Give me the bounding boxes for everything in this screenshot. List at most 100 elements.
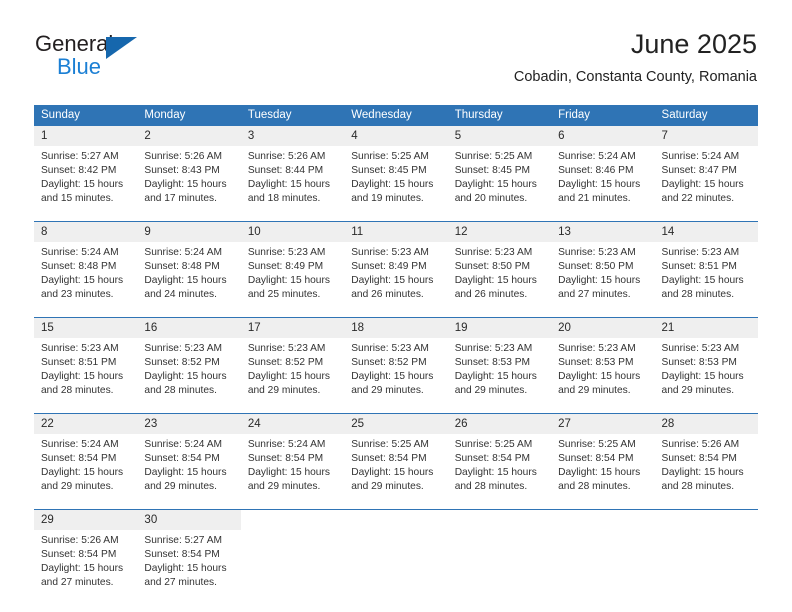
day-details: Sunrise: 5:25 AM Sunset: 8:54 PM Daylight:…: [551, 434, 655, 500]
day-details: Sunrise: 5:25 AM Sunset: 8:54 PM Daylight:…: [447, 434, 552, 500]
day-number: 24: [240, 414, 345, 434]
sunset-line: Sunset: 8:42 PM: [41, 165, 117, 176]
sunrise-line: Sunrise: 5:25 AM: [351, 439, 429, 450]
sunset-line: Sunset: 8:51 PM: [41, 357, 117, 368]
daylight-line: Daylight: 15 hours: [41, 563, 124, 574]
sunrise-line: Sunrise: 5:27 AM: [144, 535, 223, 546]
calendar-day-cell[interactable]: 3 Sunrise: 5:26 AM Sunset: 8:44 PM Daylight…: [240, 126, 345, 212]
day-details: Sunrise: 5:26 AM Sunset: 8:44 PM Daylight:…: [240, 146, 345, 212]
calendar-day-cell[interactable]: 14 Sunrise: 5:23 AM Sunset: 8:51 PM Dayligh…: [654, 222, 758, 308]
calendar-day-cell[interactable]: 10 Sunrise: 5:23 AM Sunset: 8:49 PM Dayligh…: [240, 222, 345, 308]
sunrise-line: Sunrise: 5:25 AM: [558, 439, 636, 450]
week-separator: [34, 500, 758, 510]
week-separator-line: [34, 308, 758, 318]
calendar-day-cell[interactable]: 27 Sunrise: 5:25 AM Sunset: 8:54 PM Dayligh…: [551, 414, 655, 500]
sunset-line: Sunset: 8:53 PM: [558, 357, 634, 368]
sunrise-line: Sunrise: 5:23 AM: [454, 343, 533, 354]
day-number: [551, 510, 655, 530]
daylight-line: and 29 minutes.: [247, 385, 321, 396]
calendar-day-cell[interactable]: 23 Sunrise: 5:24 AM Sunset: 8:54 PM Dayligh…: [137, 414, 241, 500]
calendar-day-cell[interactable]: 13 Sunrise: 5:23 AM Sunset: 8:50 PM Dayligh…: [551, 222, 655, 308]
calendar-day-cell[interactable]: 28 Sunrise: 5:26 AM Sunset: 8:54 PM Dayligh…: [654, 414, 758, 500]
sunrise-line: Sunrise: 5:25 AM: [454, 151, 533, 162]
calendar-day-cell[interactable]: 22 Sunrise: 5:24 AM Sunset: 8:54 PM Dayligh…: [34, 414, 138, 500]
calendar-day-cell[interactable]: 7 Sunrise: 5:24 AM Sunset: 8:47 PM Daylight…: [654, 126, 758, 212]
page-title: June 2025: [630, 29, 757, 59]
daylight-line: Daylight: 15 hours: [351, 179, 434, 190]
day-number: 14: [654, 222, 758, 242]
day-details: Sunrise: 5:26 AM Sunset: 8:43 PM Daylight:…: [137, 146, 241, 212]
sunrise-line: Sunrise: 5:27 AM: [41, 151, 119, 162]
calendar-day-cell[interactable]: 24 Sunrise: 5:24 AM Sunset: 8:54 PM Dayligh…: [240, 414, 345, 500]
sunrise-line: Sunrise: 5:24 AM: [661, 151, 740, 162]
daylight-line: and 29 minutes.: [558, 385, 631, 396]
calendar-day-cell[interactable]: 26 Sunrise: 5:25 AM Sunset: 8:54 PM Dayligh…: [447, 414, 552, 500]
day-number: 9: [137, 222, 241, 242]
daylight-line: Daylight: 15 hours: [144, 179, 227, 190]
calendar-day-cell[interactable]: 29 Sunrise: 5:26 AM Sunset: 8:54 PM Dayligh…: [34, 510, 138, 596]
calendar-day-cell[interactable]: 15 Sunrise: 5:23 AM Sunset: 8:51 PM Dayligh…: [34, 318, 138, 404]
day-number: 27: [551, 414, 655, 434]
day-number: 23: [137, 414, 241, 434]
calendar-day-cell[interactable]: 8 Sunrise: 5:24 AM Sunset: 8:48 PM Daylight…: [34, 222, 138, 308]
calendar-day-cell[interactable]: 19 Sunrise: 5:23 AM Sunset: 8:53 PM Dayligh…: [447, 318, 552, 404]
calendar-day-cell[interactable]: 4 Sunrise: 5:25 AM Sunset: 8:45 PM Daylight…: [344, 126, 448, 212]
day-details: Sunrise: 5:27 AM Sunset: 8:42 PM Daylight:…: [34, 146, 138, 212]
sunrise-line: Sunrise: 5:23 AM: [558, 343, 636, 354]
daylight-line: Daylight: 15 hours: [41, 371, 124, 382]
calendar-day-cell[interactable]: 25 Sunrise: 5:25 AM Sunset: 8:54 PM Dayligh…: [344, 414, 448, 500]
sunset-line: Sunset: 8:52 PM: [351, 357, 427, 368]
calendar-day-cell[interactable]: 17 Sunrise: 5:23 AM Sunset: 8:52 PM Dayligh…: [240, 318, 345, 404]
sunrise-line: Sunrise: 5:23 AM: [247, 247, 326, 258]
sunset-line: Sunset: 8:54 PM: [454, 453, 531, 464]
general-blue-logo[interactable]: General Blue: [35, 33, 155, 79]
day-details: Sunrise: 5:24 AM Sunset: 8:48 PM Daylight:…: [34, 242, 138, 308]
sunrise-line: Sunrise: 5:24 AM: [558, 151, 636, 162]
daylight-line: and 21 minutes.: [558, 193, 631, 204]
daylight-line: Daylight: 15 hours: [558, 467, 641, 478]
sunrise-line: Sunrise: 5:24 AM: [247, 439, 326, 450]
daylight-line: Daylight: 15 hours: [247, 275, 330, 286]
calendar-day-cell[interactable]: 18 Sunrise: 5:23 AM Sunset: 8:52 PM Dayligh…: [344, 318, 448, 404]
daylight-line: Daylight: 15 hours: [661, 371, 744, 382]
daylight-line: Daylight: 15 hours: [661, 179, 744, 190]
calendar-day-cell[interactable]: 9 Sunrise: 5:24 AM Sunset: 8:48 PM Daylight…: [137, 222, 241, 308]
day-number: 13: [551, 222, 655, 242]
daylight-line: Daylight: 15 hours: [41, 467, 124, 478]
calendar-day-cell[interactable]: 21 Sunrise: 5:23 AM Sunset: 8:53 PM Dayligh…: [654, 318, 758, 404]
daylight-line: Daylight: 15 hours: [454, 275, 537, 286]
week-separator: [34, 404, 758, 414]
calendar-week-row: 22 Sunrise: 5:24 AM Sunset: 8:54 PM Dayligh…: [34, 414, 758, 500]
calendar-day-cell[interactable]: 16 Sunrise: 5:23 AM Sunset: 8:52 PM Dayligh…: [137, 318, 241, 404]
sunset-line: Sunset: 8:54 PM: [144, 549, 220, 560]
day-details: Sunrise: 5:23 AM Sunset: 8:51 PM Daylight:…: [34, 338, 138, 404]
sunrise-line: Sunrise: 5:26 AM: [144, 151, 223, 162]
daylight-line: Daylight: 15 hours: [41, 275, 124, 286]
daylight-line: and 22 minutes.: [661, 193, 735, 204]
day-details: [447, 530, 552, 596]
daylight-line: and 29 minutes.: [661, 385, 735, 396]
calendar-day-cell-empty: [240, 510, 345, 596]
weekday-header-tuesday: Tuesday: [240, 105, 345, 126]
sunrise-line: Sunrise: 5:26 AM: [247, 151, 326, 162]
calendar-day-cell[interactable]: 2 Sunrise: 5:26 AM Sunset: 8:43 PM Daylight…: [137, 126, 241, 212]
day-number: 7: [654, 126, 758, 146]
daylight-line: and 28 minutes.: [661, 289, 735, 300]
calendar-day-cell[interactable]: 6 Sunrise: 5:24 AM Sunset: 8:46 PM Daylight…: [551, 126, 655, 212]
calendar-day-cell[interactable]: 1 Sunrise: 5:27 AM Sunset: 8:42 PM Daylight…: [34, 126, 138, 212]
sunrise-line: Sunrise: 5:25 AM: [454, 439, 533, 450]
daylight-line: Daylight: 15 hours: [351, 371, 434, 382]
sunrise-line: Sunrise: 5:23 AM: [454, 247, 533, 258]
calendar-day-cell[interactable]: 30 Sunrise: 5:27 AM Sunset: 8:54 PM Dayligh…: [137, 510, 241, 596]
sunset-line: Sunset: 8:52 PM: [144, 357, 220, 368]
calendar-day-cell[interactable]: 5 Sunrise: 5:25 AM Sunset: 8:45 PM Daylight…: [447, 126, 552, 212]
day-details: Sunrise: 5:23 AM Sunset: 8:51 PM Daylight:…: [654, 242, 758, 308]
daylight-line: Daylight: 15 hours: [144, 275, 227, 286]
calendar-day-cell[interactable]: 12 Sunrise: 5:23 AM Sunset: 8:50 PM Dayligh…: [447, 222, 552, 308]
day-number: [344, 510, 448, 530]
sunrise-line: Sunrise: 5:23 AM: [661, 247, 740, 258]
calendar-day-cell[interactable]: 20 Sunrise: 5:23 AM Sunset: 8:53 PM Dayligh…: [551, 318, 655, 404]
daylight-line: and 18 minutes.: [247, 193, 321, 204]
calendar-day-cell[interactable]: 11 Sunrise: 5:23 AM Sunset: 8:49 PM Dayligh…: [344, 222, 448, 308]
day-number: 25: [344, 414, 448, 434]
